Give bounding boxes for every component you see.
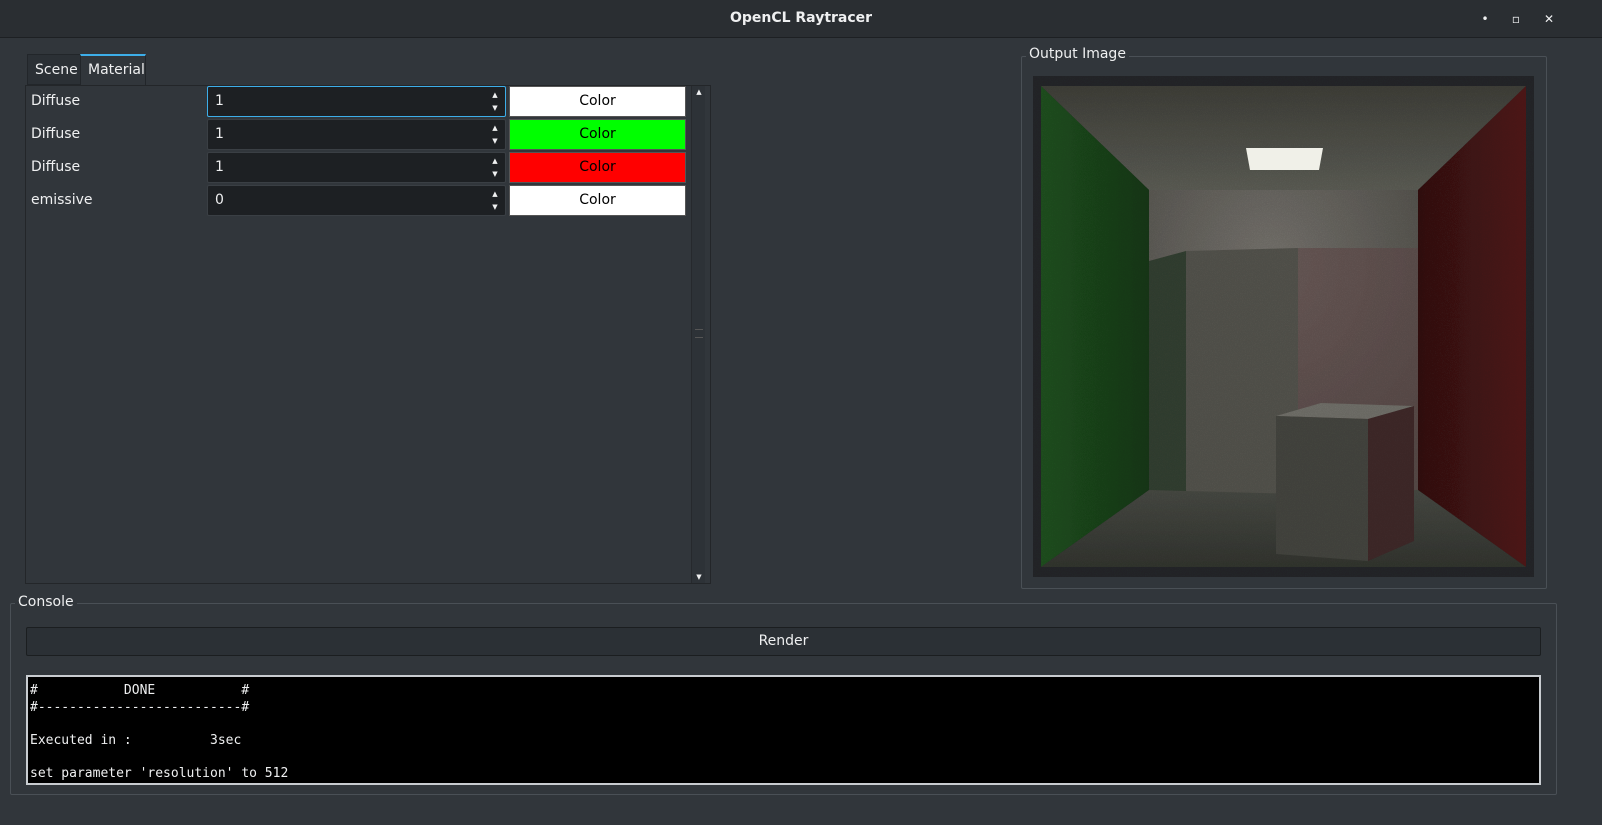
scroll-down-icon[interactable]: ▼ [692,571,706,583]
render-button[interactable]: Render [26,627,1541,656]
console-line: # DONE # [30,683,250,698]
minimize-icon[interactable]: • [1476,10,1494,28]
material-value-spinbox[interactable]: 1 ▲ ▼ [207,86,506,117]
title-bar: OpenCL Raytracer • ▫ ✕ [0,0,1602,38]
console-line: #--------------------------# [30,699,250,715]
window-title: OpenCL Raytracer [729,10,873,26]
vertical-scrollbar[interactable]: ▲ ▼ [691,86,705,583]
scroll-grip[interactable] [695,329,703,338]
maximize-icon[interactable]: ▫ [1507,10,1525,28]
spin-down-icon[interactable]: ▼ [489,103,501,113]
material-value-spinbox[interactable]: 0 ▲ ▼ [207,185,506,216]
tab-scene[interactable]: Scene [27,54,81,85]
spinbox-value: 0 [215,192,224,208]
spinbox-value: 1 [215,126,224,142]
material-value-spinbox[interactable]: 1 ▲ ▼ [207,119,506,150]
material-label: emissive [31,192,93,208]
spin-up-icon[interactable]: ▲ [489,90,501,100]
color-button[interactable]: Color [509,152,686,183]
spin-down-icon[interactable]: ▼ [489,202,501,212]
material-label: Diffuse [31,159,81,175]
color-button[interactable]: Color [509,86,686,117]
material-value-spinbox[interactable]: 1 ▲ ▼ [207,152,506,183]
color-button[interactable]: Color [509,119,686,150]
output-image-title: Output Image [1026,46,1129,62]
console-line: set parameter 'resolution' to 512 [30,766,289,782]
spin-down-icon[interactable]: ▼ [489,169,501,179]
spin-down-icon[interactable]: ▼ [489,136,501,146]
console-line: Executed in : 3sec [30,733,242,749]
cornell-box-render [1033,76,1534,577]
close-icon[interactable]: ✕ [1540,10,1558,28]
material-label: Diffuse [31,126,81,142]
spinbox-value: 1 [215,159,224,175]
render-output-image [1033,76,1534,577]
spin-up-icon[interactable]: ▲ [489,123,501,133]
tab-material[interactable]: Material [80,54,146,85]
console-title: Console [15,594,77,610]
spinbox-value: 1 [215,93,224,109]
spin-up-icon[interactable]: ▲ [489,189,501,199]
material-label: Diffuse [31,93,81,109]
color-button[interactable]: Color [509,185,686,216]
scroll-up-icon[interactable]: ▲ [692,86,706,98]
spin-up-icon[interactable]: ▲ [489,156,501,166]
console-output: # DONE # #--------------------------# Ex… [26,675,1541,785]
